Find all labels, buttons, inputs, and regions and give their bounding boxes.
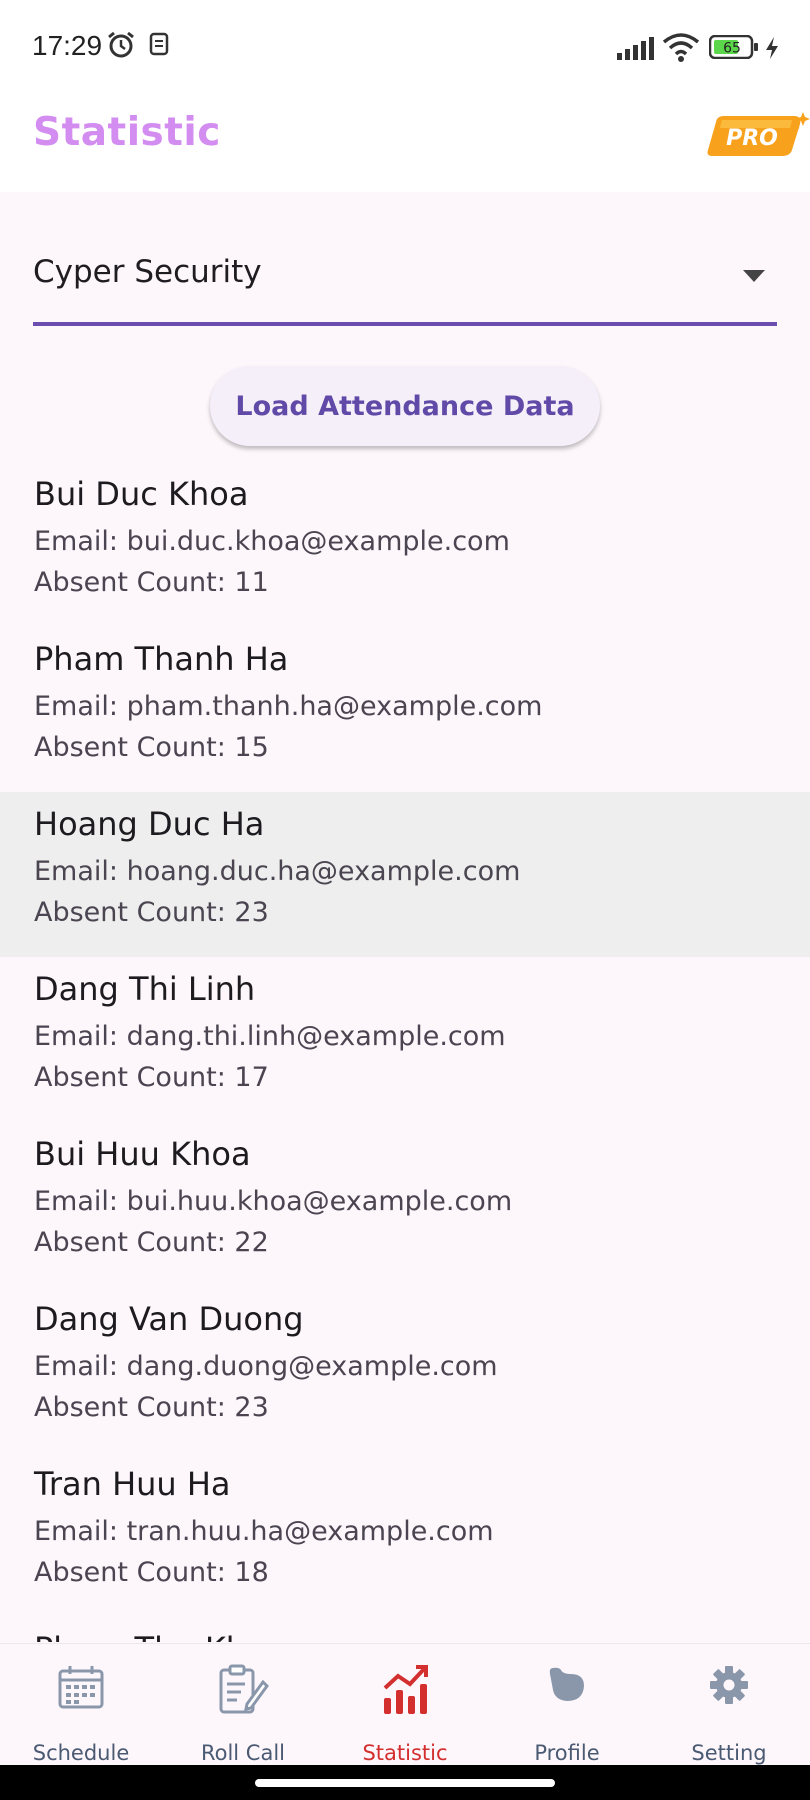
dropdown-selected-value: Cyper Security (33, 254, 262, 290)
student-absent-count: Absent Count: 18 (34, 1557, 269, 1588)
load-attendance-button[interactable]: Load Attendance Data (210, 366, 600, 446)
student-email: Email: dang.thi.linh@example.com (34, 1021, 506, 1052)
nav-label: Setting (691, 1741, 767, 1765)
list-item[interactable]: Pham Thu Khoa (0, 1617, 810, 1642)
student-name: Pham Thanh Ha (34, 640, 289, 678)
pro-badge[interactable]: PRO (706, 110, 810, 167)
dropdown-arrow-icon (743, 269, 765, 287)
student-list: Bui Duc Khoa Email: bui.duc.khoa@example… (0, 462, 810, 1642)
status-time: 17:29 (32, 30, 103, 61)
statistic-icon (382, 1664, 428, 1721)
battery-icon: 65 (708, 34, 759, 64)
list-item[interactable]: Hoang Duc Ha Email: hoang.duc.ha@example… (0, 792, 810, 957)
calendar-icon (57, 1664, 105, 1715)
student-email: Email: tran.huu.ha@example.com (34, 1516, 494, 1547)
nav-schedule[interactable]: Schedule (0, 1644, 162, 1766)
student-absent-count: Absent Count: 23 (34, 897, 269, 928)
list-item[interactable]: Dang Van Duong Email: dang.duong@example… (0, 1287, 810, 1452)
student-absent-count: Absent Count: 11 (34, 567, 269, 598)
student-name: Tran Huu Ha (34, 1465, 231, 1503)
student-email: Email: bui.huu.khoa@example.com (34, 1186, 513, 1217)
student-email: Email: bui.duc.khoa@example.com (34, 526, 510, 557)
status-bar: 17:29 65 (0, 0, 810, 96)
gear-icon (708, 1664, 750, 1711)
home-indicator[interactable] (255, 1779, 555, 1787)
student-name: Dang Van Duong (34, 1300, 304, 1338)
student-name: Dang Thi Linh (34, 970, 256, 1008)
student-email: Email: pham.thanh.ha@example.com (34, 691, 543, 722)
signal-icon (616, 36, 656, 65)
student-name: Bui Huu Khoa (34, 1135, 251, 1173)
bottom-navigation: Schedule Roll Call Statistic Profile Set… (0, 1643, 810, 1766)
roll-call-icon (217, 1664, 269, 1721)
app-bar: Statistic PRO (0, 96, 810, 192)
nav-label: Profile (534, 1741, 600, 1765)
list-item[interactable]: Pham Thanh Ha Email: pham.thanh.ha@examp… (0, 627, 810, 792)
list-item[interactable]: Tran Huu Ha Email: tran.huu.ha@example.c… (0, 1452, 810, 1617)
list-item[interactable]: Bui Huu Khoa Email: bui.huu.khoa@example… (0, 1122, 810, 1287)
student-name: Bui Duc Khoa (34, 475, 249, 513)
student-name: Hoang Duc Ha (34, 805, 265, 843)
nav-label: Schedule (32, 1741, 130, 1765)
system-navigation-bar (0, 1765, 810, 1800)
charging-icon (764, 36, 780, 65)
nav-statistic[interactable]: Statistic (324, 1644, 486, 1766)
wifi-icon (662, 32, 700, 67)
list-item[interactable]: Bui Duc Khoa Email: bui.duc.khoa@example… (0, 462, 810, 627)
nav-label: Statistic (362, 1741, 448, 1765)
sim-icon (148, 30, 170, 63)
page-title: Statistic (33, 110, 221, 155)
profile-icon (547, 1664, 587, 1709)
nav-label: Roll Call (200, 1741, 286, 1765)
student-absent-count: Absent Count: 23 (34, 1392, 269, 1423)
student-email: Email: dang.duong@example.com (34, 1351, 498, 1382)
student-absent-count: Absent Count: 22 (34, 1227, 269, 1258)
list-item[interactable]: Dang Thi Linh Email: dang.thi.linh@examp… (0, 957, 810, 1122)
nav-roll-call[interactable]: Roll Call (162, 1644, 324, 1766)
load-attendance-label: Load Attendance Data (235, 390, 575, 422)
nav-profile[interactable]: Profile (486, 1644, 648, 1766)
student-absent-count: Absent Count: 15 (34, 732, 269, 763)
nav-setting[interactable]: Setting (648, 1644, 810, 1766)
svg-text:65: 65 (723, 41, 741, 57)
alarm-icon (106, 30, 136, 65)
student-email: Email: hoang.duc.ha@example.com (34, 856, 521, 887)
student-name: Pham Thu Khoa (34, 1630, 285, 1642)
svg-text:PRO: PRO (726, 126, 778, 151)
course-dropdown[interactable]: Cyper Security (33, 236, 777, 326)
student-absent-count: Absent Count: 17 (34, 1062, 269, 1093)
